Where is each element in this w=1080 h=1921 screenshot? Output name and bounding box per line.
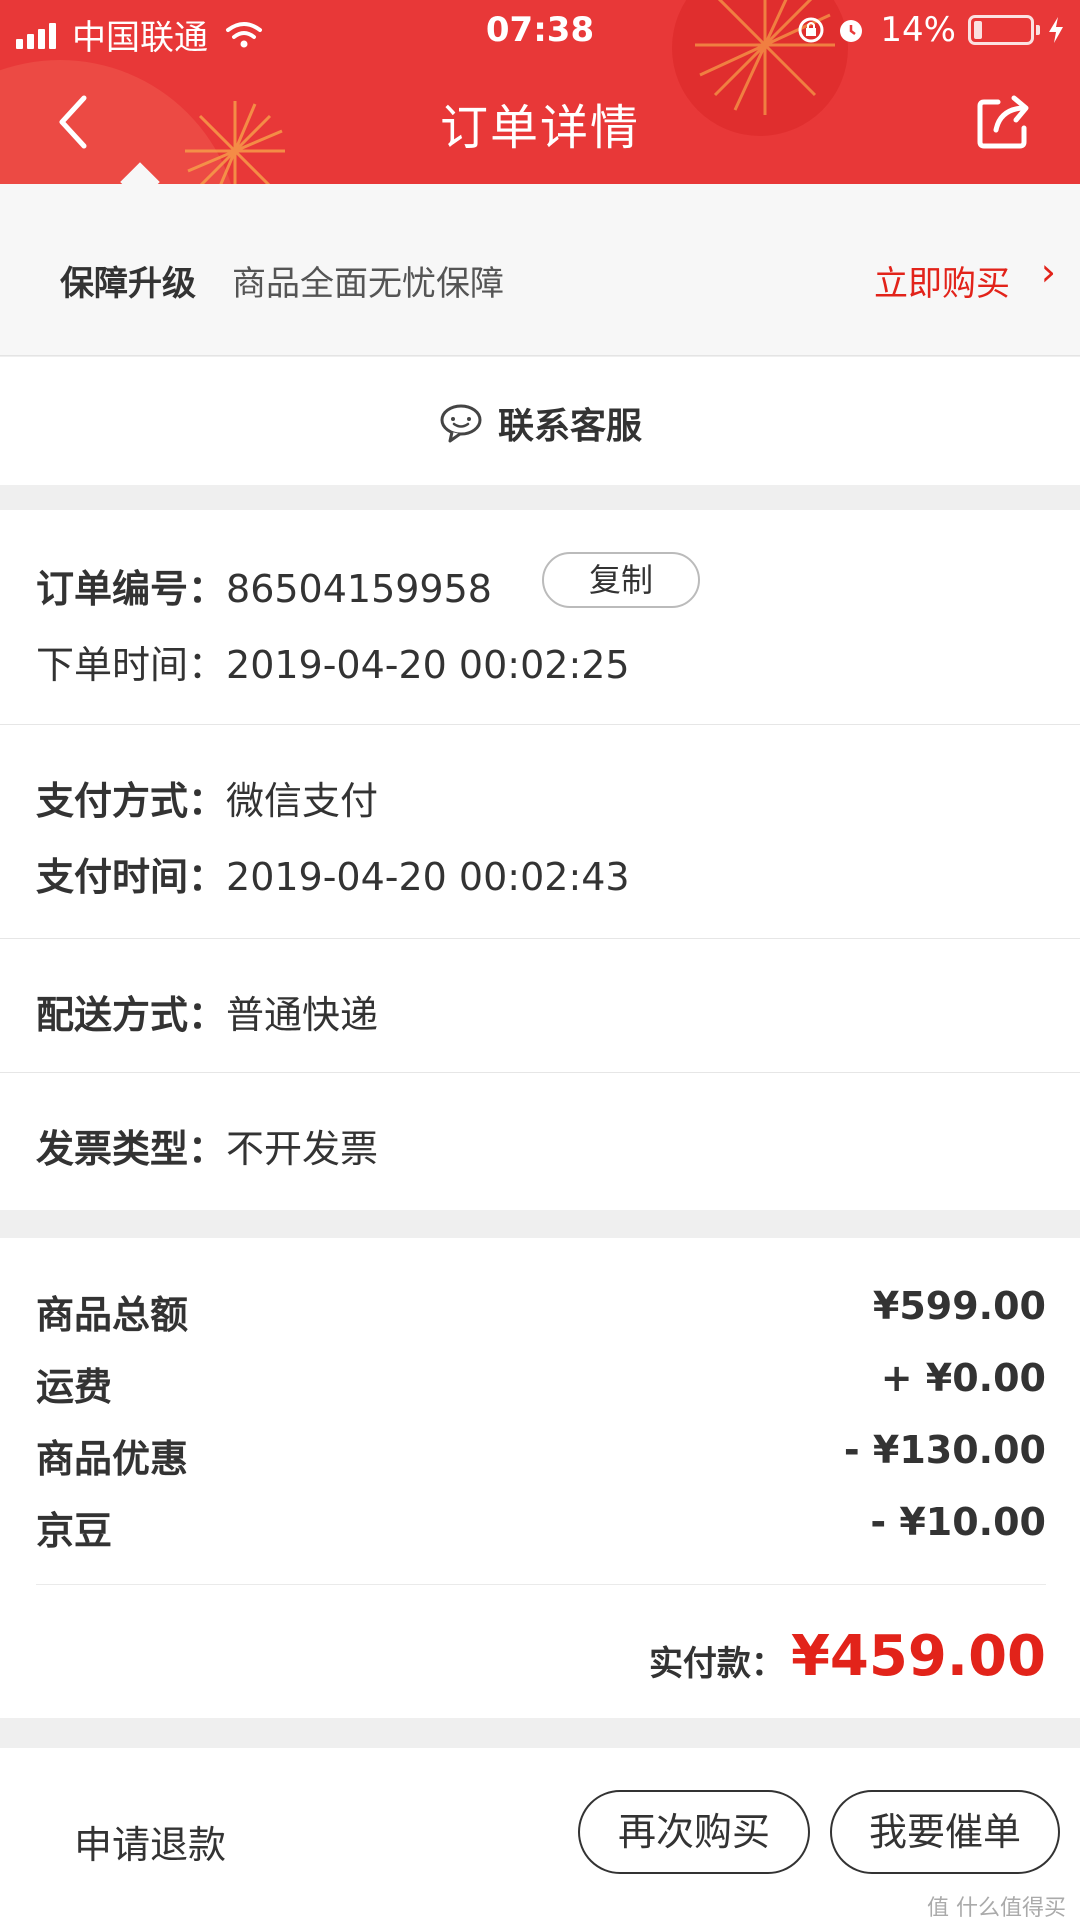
battery-percent: 14% xyxy=(880,10,956,50)
order-time-value: 2019-04-20 00:02:25 xyxy=(226,643,630,687)
price-row-label: 商品总额 xyxy=(36,1293,189,1337)
order-time-row: 下单时间：2019-04-20 00:02:25 xyxy=(36,634,630,689)
price-row-value: - ¥130.00 xyxy=(843,1428,1046,1472)
page-title: 订单详情 xyxy=(439,100,640,156)
order-number-row: 订单编号：86504159958 xyxy=(36,558,492,613)
delivery-label: 配送方式： xyxy=(36,993,227,1037)
order-number-value: 86504159958 xyxy=(226,567,492,611)
battery-icon xyxy=(968,15,1040,45)
pay-time-row: 支付时间：2019-04-20 00:02:43 xyxy=(36,846,630,901)
price-row: 运费 + ¥0.00 xyxy=(36,1356,1046,1411)
price-row-label: 京豆 xyxy=(36,1509,113,1553)
urge-order-button[interactable]: 我要催单 xyxy=(830,1790,1060,1874)
refund-button[interactable]: 申请退款 xyxy=(74,1814,226,1869)
order-time-label: 下单时间： xyxy=(36,643,227,687)
pay-method-row: 支付方式：微信支付 xyxy=(36,770,378,825)
contact-service-button[interactable]: 联系客服 xyxy=(0,357,1080,485)
share-button[interactable] xyxy=(972,90,1036,154)
price-row: 京豆 - ¥10.00 xyxy=(36,1500,1046,1555)
alarm-icon xyxy=(840,20,863,42)
divider xyxy=(0,938,1080,939)
protection-title: 保障升级 xyxy=(60,264,196,304)
price-row: 商品总额 ¥599.00 xyxy=(36,1284,1046,1339)
price-row-label: 运费 xyxy=(36,1365,113,1409)
divider xyxy=(0,1072,1080,1073)
charging-icon xyxy=(1049,17,1063,43)
protection-banner[interactable]: 保障升级 商品全面无忧保障 立即购买 › xyxy=(0,162,1080,356)
app-header: 中国联通 07:38 14% 订单详情 xyxy=(0,0,1080,184)
pay-time-label: 支付时间： xyxy=(36,855,227,899)
pay-method-label: 支付方式： xyxy=(36,779,227,823)
total-paid: 实付款： ¥459.00 xyxy=(649,1624,1046,1689)
divider xyxy=(36,1584,1046,1585)
invoice-row: 发票类型：不开发票 xyxy=(36,1118,378,1173)
divider xyxy=(0,724,1080,725)
copy-button[interactable]: 复制 xyxy=(542,552,700,608)
price-row-label: 商品优惠 xyxy=(36,1437,189,1481)
order-number-label: 订单编号： xyxy=(36,567,227,611)
total-paid-label: 实付款： xyxy=(648,1644,785,1684)
share-icon xyxy=(977,95,1029,149)
order-info-card: 订单编号：86504159958 复制 下单时间：2019-04-20 00:0… xyxy=(0,510,1080,1210)
price-row-value: - ¥10.00 xyxy=(870,1500,1046,1544)
invoice-value: 不开发票 xyxy=(226,1127,379,1171)
buy-now-link[interactable]: 立即购买 xyxy=(874,256,1010,305)
chat-bubble-icon xyxy=(440,404,482,443)
price-summary-card: 商品总额 ¥599.00 运费 + ¥0.00 商品优惠 - ¥130.00 京… xyxy=(0,1238,1080,1718)
price-row-value: + ¥0.00 xyxy=(880,1356,1046,1400)
rotation-lock-icon xyxy=(798,17,824,43)
contact-service-label: 联系客服 xyxy=(497,406,642,447)
price-row-value: ¥599.00 xyxy=(872,1284,1046,1328)
protection-description: 商品全面无忧保障 xyxy=(232,264,504,304)
price-row: 商品优惠 - ¥130.00 xyxy=(36,1428,1046,1483)
status-bar: 中国联通 07:38 14% xyxy=(0,0,1080,58)
pay-time-value: 2019-04-20 00:02:43 xyxy=(226,855,630,899)
delivery-row: 配送方式：普通快递 xyxy=(36,984,378,1039)
invoice-label: 发票类型： xyxy=(36,1127,227,1171)
total-paid-value: ¥459.00 xyxy=(790,1624,1046,1689)
pay-method-value: 微信支付 xyxy=(226,779,379,823)
watermark-text: 值 什么值得买 xyxy=(927,1896,1066,1921)
bottom-action-bar: 申请退款 再次购买 我要催单 xyxy=(0,1748,1080,1921)
delivery-value: 普通快递 xyxy=(226,993,379,1037)
chevron-right-icon[interactable]: › xyxy=(1041,250,1056,294)
rebuy-button[interactable]: 再次购买 xyxy=(578,1790,810,1874)
